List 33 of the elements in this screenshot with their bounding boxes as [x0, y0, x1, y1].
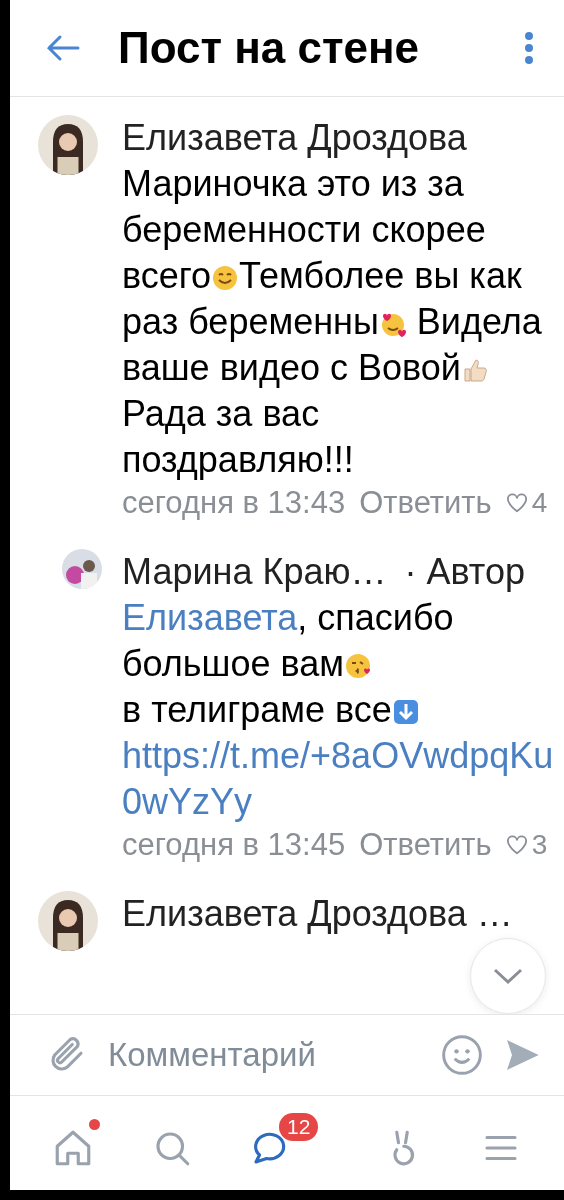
emoji-icon[interactable]: [440, 1033, 484, 1077]
more-button[interactable]: [524, 31, 534, 65]
smiling-emoji-icon: [211, 264, 240, 292]
author-role-label: · Автор: [404, 551, 525, 593]
avatar[interactable]: [38, 891, 98, 951]
avatar[interactable]: [62, 549, 102, 589]
author-name[interactable]: Елизавета Дроздова …: [122, 891, 513, 937]
unread-count: 12: [278, 1113, 319, 1141]
comment-text: в телиграме все: [122, 687, 558, 733]
mention-link[interactable]: Елизавета: [122, 597, 298, 638]
back-icon: [46, 34, 80, 62]
heart-icon: [505, 835, 528, 855]
comment-time: сегодня в 13:43: [122, 485, 346, 521]
author-name[interactable]: Марина Краю…: [122, 549, 387, 595]
author-name[interactable]: Елизавета Дроздова: [122, 115, 467, 161]
avatar[interactable]: [38, 115, 98, 175]
reply-button[interactable]: Ответить: [359, 827, 492, 863]
comment-time: сегодня в 13:45: [122, 827, 346, 863]
down-arrow-emoji-icon: [391, 698, 420, 726]
more-icon: [524, 31, 534, 65]
heart-icon: [505, 493, 528, 513]
kissing-emoji-icon: [344, 652, 373, 680]
back-button[interactable]: [46, 34, 80, 62]
comment-text: Рада за вас поздравляю!!!: [122, 392, 355, 482]
like-button[interactable]: 3: [505, 829, 548, 861]
page-title: Пост на стене: [118, 23, 420, 73]
nav-tab[interactable]: 12: [238, 1111, 335, 1175]
chevron-down-icon: [493, 967, 523, 985]
comment-text: Мариночка это из за беременности скорее всего Темболее вы как раз беременны Видела ваше видео с Вовой: [122, 162, 543, 390]
like-button[interactable]: 4: [505, 487, 548, 519]
link[interactable]: https://t.me/+8aOVwdpqKu0wYzYy: [122, 733, 558, 825]
comment-field[interactable]: Комментарий: [106, 1035, 422, 1075]
reply-button[interactable]: Ответить: [359, 485, 492, 521]
